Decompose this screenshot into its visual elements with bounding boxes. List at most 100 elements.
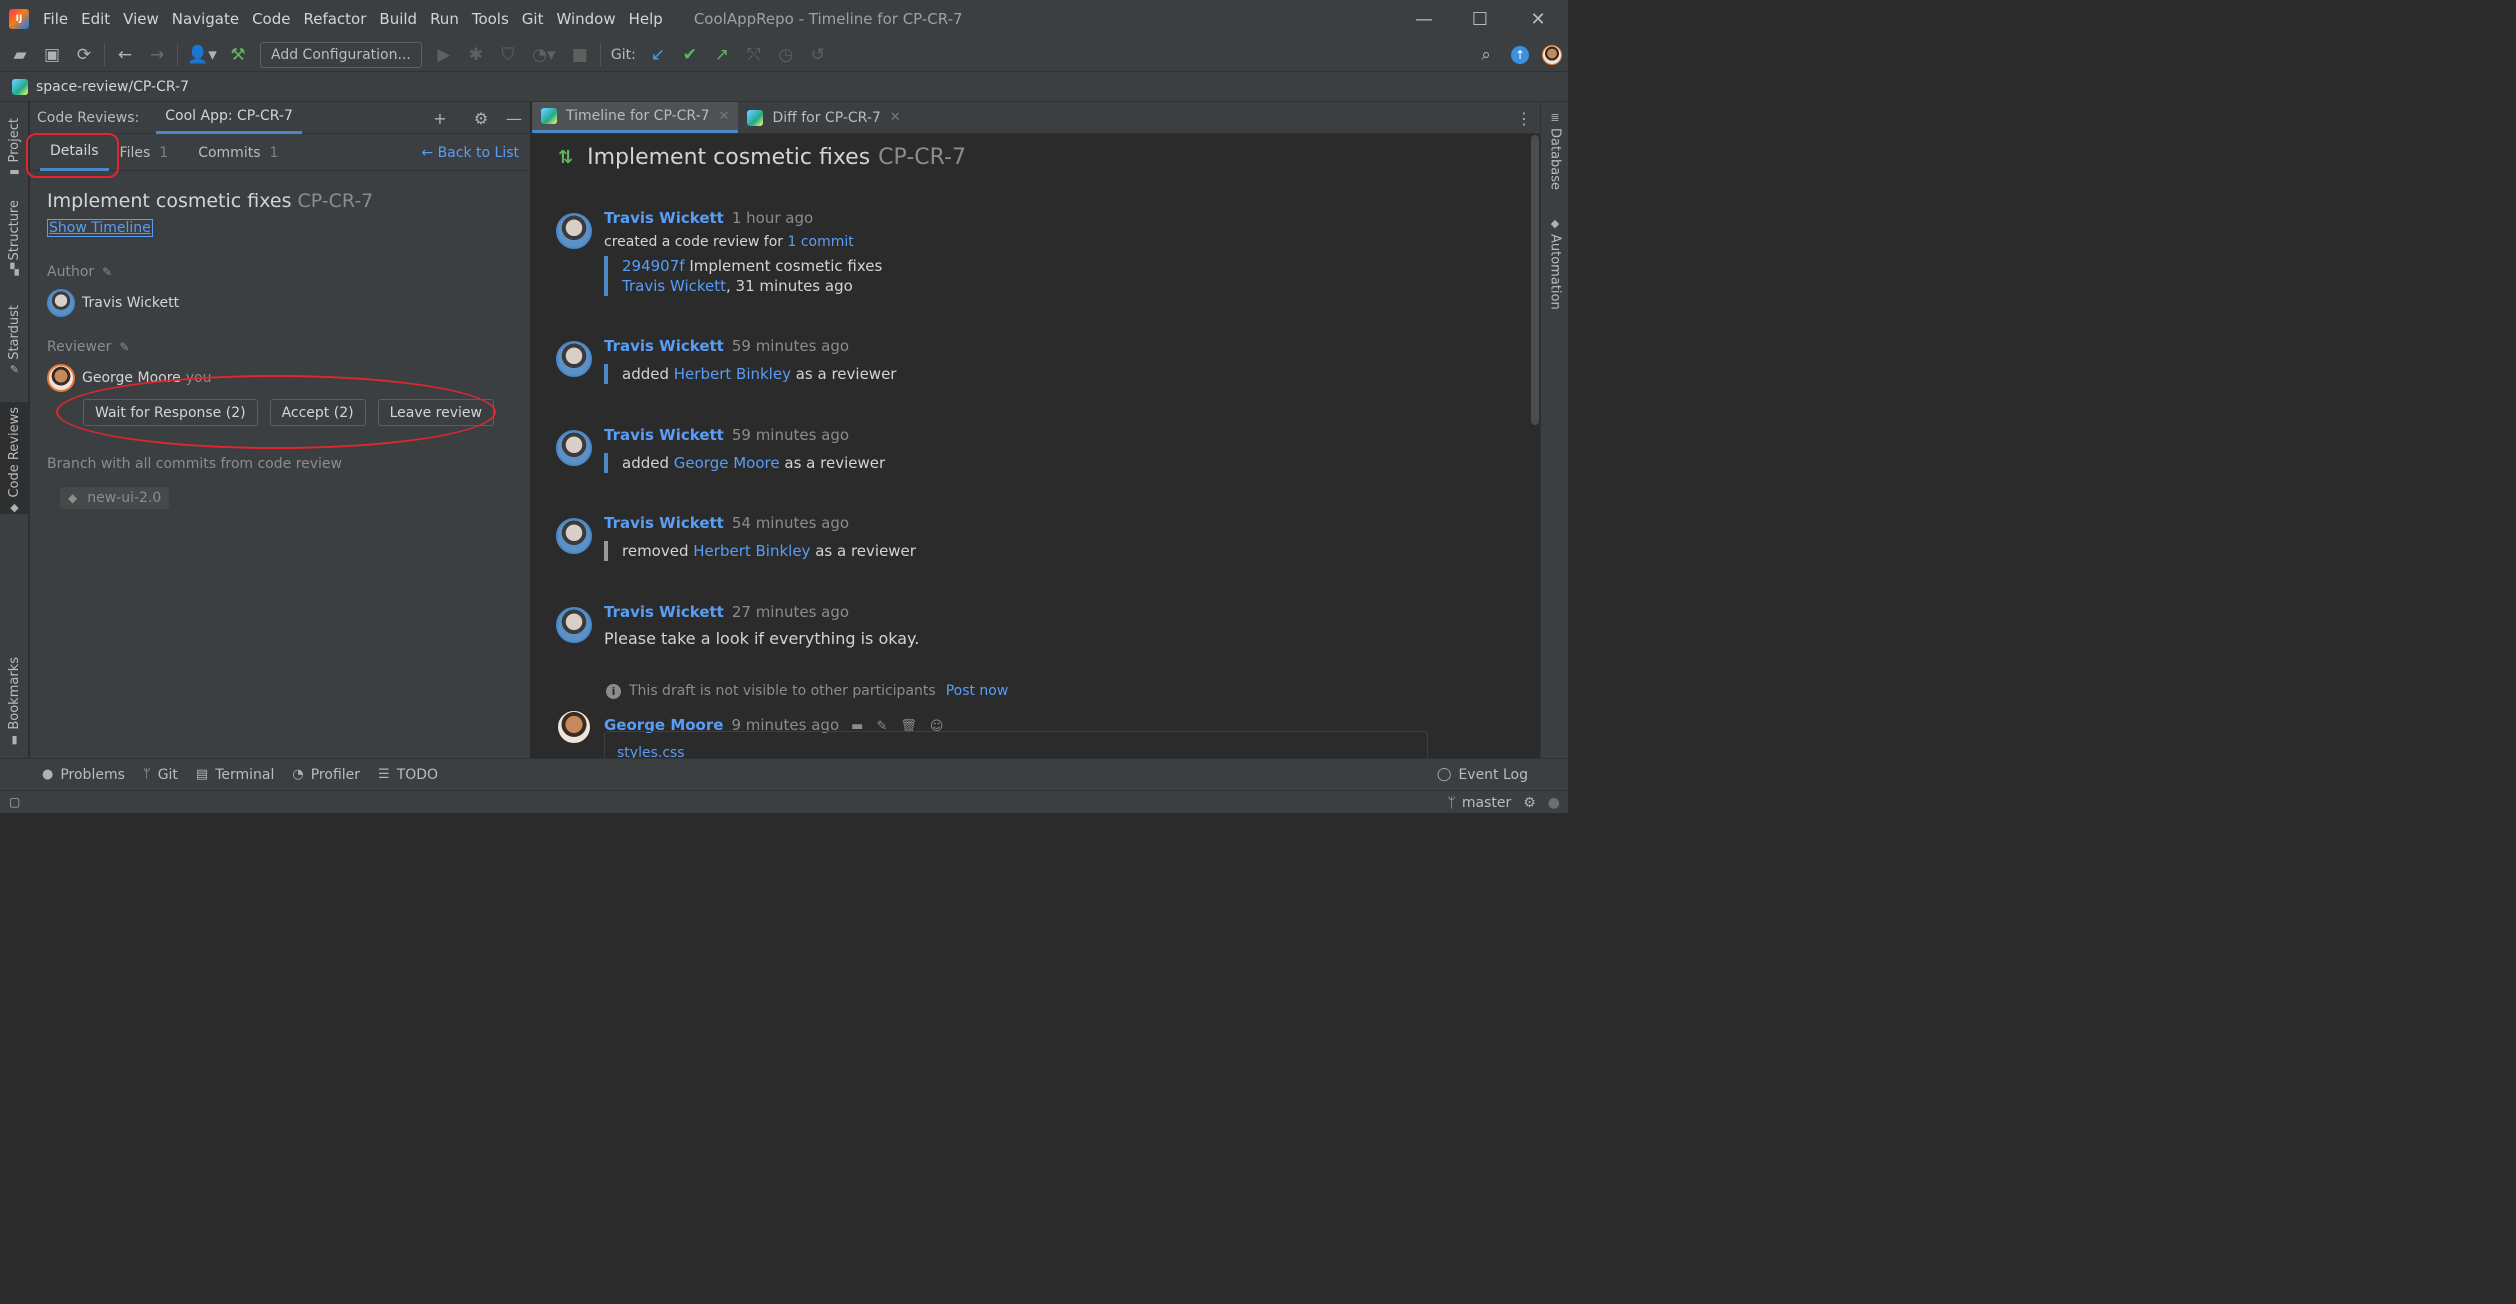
toolbar-separator [600,44,601,66]
user-link[interactable]: Herbert Binkley [693,542,810,560]
build-hammer-icon[interactable]: ⚒ [222,39,254,71]
git-history-icon[interactable]: ◷ [770,39,802,71]
add-icon[interactable]: + [428,102,452,134]
gear-icon[interactable]: ⚙ [469,102,493,134]
tab-timeline[interactable]: Timeline for CP-CR-7 ✕ [532,102,738,133]
tool-profiler[interactable]: ◔ Profiler [292,767,360,783]
menu-run[interactable]: Run [430,10,459,28]
event-body: Travis Wickett 54 minutes ago removed He… [604,514,916,561]
edit-reviewer-icon[interactable]: ✎ [119,340,129,354]
branch-name: new-ui-2.0 [87,490,161,506]
vertical-scrollbar[interactable] [1531,135,1539,425]
user-avatar[interactable] [1536,39,1568,71]
menu-tools[interactable]: Tools [472,10,509,28]
menu-code[interactable]: Code [252,10,290,28]
accept-button[interactable]: Accept (2) [270,399,366,426]
minimize-icon[interactable]: — [1396,0,1452,38]
tool-tab-database[interactable]: ≣ Database [1541,112,1569,200]
menu-git[interactable]: Git [522,10,544,28]
event-author[interactable]: Travis Wickett [604,603,724,621]
file-link[interactable]: styles.css [617,745,685,758]
git-push-icon[interactable]: ↗ [706,39,738,71]
git-merge-icon[interactable]: ⤲ [738,39,770,71]
timeline-event: Travis Wickett 54 minutes ago removed He… [556,514,1486,561]
toggle-tool-windows-icon[interactable]: ▢ [9,795,20,809]
tool-git[interactable]: ᛘ Git [143,767,178,783]
close-tab-icon[interactable]: ✕ [719,109,730,124]
maximize-icon[interactable]: ☐ [1452,0,1508,38]
edit-author-icon[interactable]: ✎ [102,265,112,279]
save-icon[interactable]: ▣ [36,39,68,71]
menu-edit[interactable]: Edit [81,10,110,28]
tool-tab-stardust[interactable]: Stardust ✎ [0,300,29,376]
leave-review-button[interactable]: Leave review [378,399,494,426]
profile-dropdown-icon[interactable]: ◔▾ [524,39,564,71]
git-commit-icon[interactable]: ✔ [674,39,706,71]
hide-panel-icon[interactable]: — [502,102,526,134]
menu-file[interactable]: File [43,10,68,28]
tab-diff[interactable]: Diff for CP-CR-7 ✕ [738,102,909,133]
tool-tab-bookmarks[interactable]: Bookmarks ▮ [0,652,29,746]
add-configuration-button[interactable]: Add Configuration... [260,42,422,68]
tool-tab-project[interactable]: Project ▬ [0,108,29,178]
coverage-icon[interactable]: ⛉ [492,39,524,71]
user-link[interactable]: Herbert Binkley [674,365,791,383]
tab-details[interactable]: Details [40,135,109,171]
user-dropdown-icon[interactable]: 👤▾ [182,39,222,71]
user-link[interactable]: George Moore [674,454,780,472]
open-folder-icon[interactable]: ▰ [4,39,36,71]
tool-tab-label: Structure [7,200,22,260]
menu-refactor[interactable]: Refactor [303,10,366,28]
back-arrow-icon[interactable]: ← [109,39,141,71]
search-icon[interactable]: ⌕ [1470,39,1502,71]
event-author[interactable]: Travis Wickett [604,209,724,227]
menu-window[interactable]: Window [556,10,615,28]
show-timeline-link[interactable]: Show Timeline [47,219,153,237]
tab-commits[interactable]: Commits 1 [192,135,284,171]
more-options-icon[interactable]: ⋮ [1516,102,1532,134]
current-branch[interactable]: master [1462,795,1511,811]
menu-view[interactable]: View [123,10,159,28]
commit-count-link[interactable]: 1 commit [787,234,853,250]
tool-tab-structure[interactable]: Structure ▚ [0,198,29,276]
timeline-event: Travis Wickett 59 minutes ago added Geor… [556,426,1486,473]
commit-author-link[interactable]: Travis Wickett [622,277,726,295]
event-author[interactable]: Travis Wickett [604,426,724,444]
review-tab[interactable]: Cool App: CP-CR-7 [156,102,302,134]
reviewer-name[interactable]: George Moore [82,370,181,386]
tool-todo[interactable]: ☰ TODO [378,767,438,783]
event-author[interactable]: Travis Wickett [604,514,724,532]
forward-arrow-icon[interactable]: → [141,39,173,71]
debug-icon[interactable]: ✱ [460,39,492,71]
back-to-list-link[interactable]: ← Back to List [421,135,519,171]
pencil-icon: ✎ [9,364,21,376]
tool-event-log[interactable]: ◯ Event Log [1437,767,1528,783]
run-icon[interactable]: ▶ [428,39,460,71]
wait-for-response-button[interactable]: Wait for Response (2) [83,399,258,426]
tool-tab-code-reviews[interactable]: Code Reviews ◆ [0,402,29,514]
update-icon[interactable]: ↑ [1504,39,1536,71]
tool-terminal[interactable]: ▤ Terminal [196,767,274,783]
post-now-link[interactable]: Post now [946,683,1009,699]
tool-tab-automation[interactable]: ◆ Automation [1541,218,1569,318]
breadcrumb[interactable]: space-review/CP-CR-7 [36,79,189,95]
tool-problems[interactable]: ● Problems [42,767,125,783]
author-name[interactable]: Travis Wickett [82,295,179,311]
close-tab-icon[interactable]: ✕ [890,110,901,125]
commit-hash-link[interactable]: 294907f [622,257,685,275]
notifications-icon[interactable]: ● [1548,795,1560,811]
branch-chip[interactable]: ◆ new-ui-2.0 [60,487,169,509]
menu-help[interactable]: Help [629,10,663,28]
space-settings-icon[interactable]: ⚙ [1523,795,1536,811]
stop-icon[interactable]: ■ [564,39,596,71]
git-rollback-icon[interactable]: ↺ [802,39,834,71]
event-author[interactable]: Travis Wickett [604,337,724,355]
menu-build[interactable]: Build [379,10,417,28]
tool-tab-label: Bookmarks [7,657,22,730]
close-window-icon[interactable]: ✕ [1510,0,1566,38]
git-update-icon[interactable]: ↙ [642,39,674,71]
menu-navigate[interactable]: Navigate [172,10,239,28]
sync-icon[interactable]: ⟳ [68,39,100,71]
tab-files[interactable]: Files 1 [114,135,175,171]
review-actions: Wait for Response (2) Accept (2) Leave r… [83,399,517,426]
